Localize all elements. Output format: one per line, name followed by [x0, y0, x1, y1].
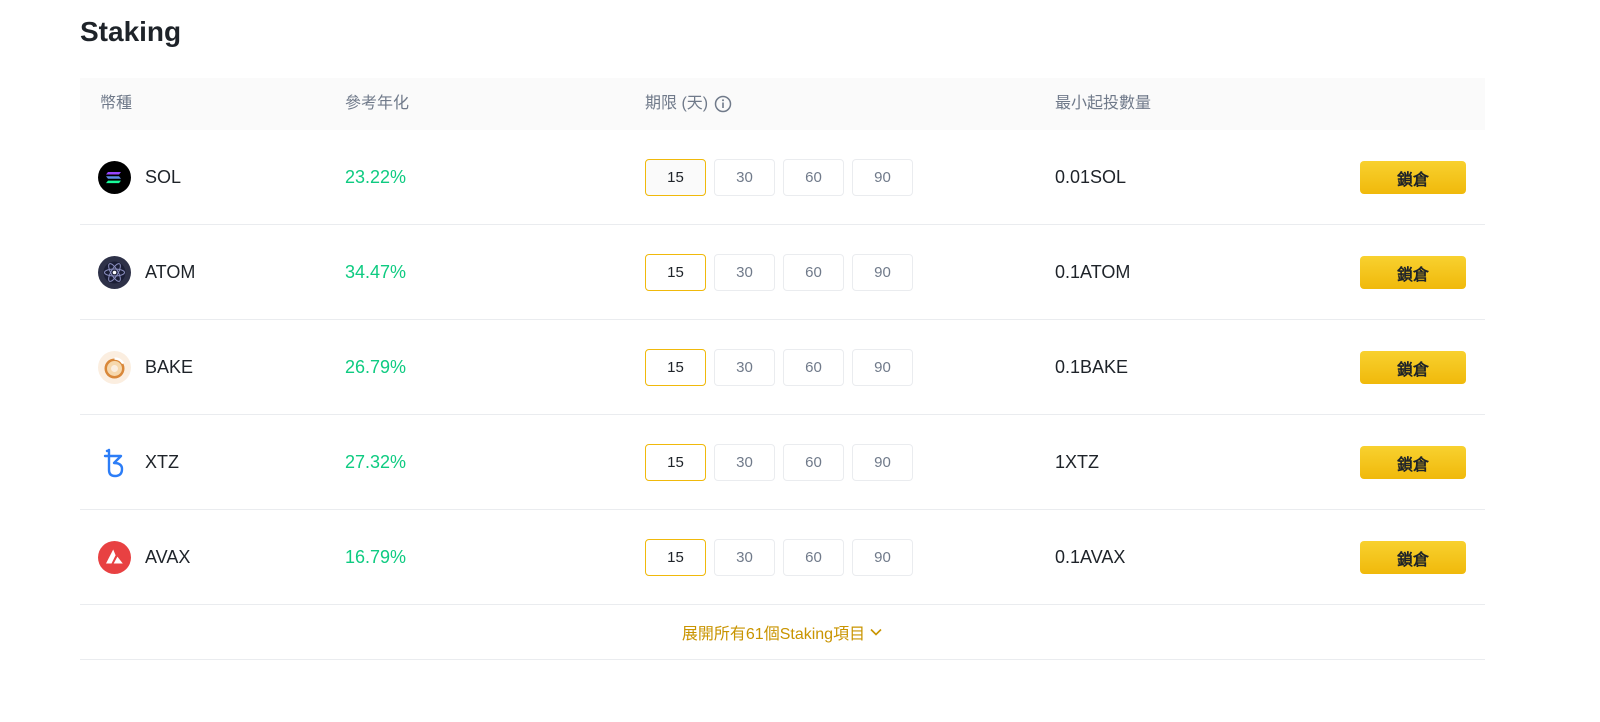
table-row: AVAX 16.79% 15 30 60 90 0.1AVAX 鎖倉 [80, 510, 1485, 605]
term-option-60[interactable]: 60 [783, 539, 844, 576]
table-header: 幣種 參考年化 期限 (天) 最小起投數量 [80, 78, 1485, 130]
term-option-60[interactable]: 60 [783, 159, 844, 196]
term-option-90[interactable]: 90 [852, 539, 913, 576]
expand-all-label: 展開所有61個Staking項目 [681, 626, 866, 643]
term-option-90[interactable]: 90 [852, 254, 913, 291]
min-amount: 0.01SOL [1055, 167, 1127, 187]
term-selector: 15 30 60 90 [645, 539, 913, 576]
header-coin: 幣種 [100, 95, 133, 112]
apy-value: 27.32% [345, 452, 407, 472]
term-selector: 15 30 60 90 [645, 159, 913, 196]
coin-name: SOL [145, 167, 182, 187]
table-row: ATOM 34.47% 15 30 60 90 0.1ATOM 鎖倉 [80, 225, 1485, 320]
page-title: Staking [80, 16, 182, 47]
apy-value: 34.47% [345, 262, 407, 282]
lock-button[interactable]: 鎖倉 [1360, 351, 1466, 384]
header-term: 期限 (天) [645, 78, 732, 130]
sol-icon [98, 161, 131, 194]
term-option-15[interactable]: 15 [645, 444, 706, 481]
term-option-15[interactable]: 15 [645, 539, 706, 576]
lock-button[interactable]: 鎖倉 [1360, 161, 1466, 194]
coin-name: XTZ [145, 452, 179, 472]
term-option-60[interactable]: 60 [783, 254, 844, 291]
term-selector: 15 30 60 90 [645, 444, 913, 481]
term-option-30[interactable]: 30 [714, 539, 775, 576]
term-option-60[interactable]: 60 [783, 349, 844, 386]
avax-icon [98, 541, 131, 574]
min-amount: 0.1BAKE [1055, 357, 1129, 377]
coin-name: BAKE [145, 357, 194, 377]
apy-value: 26.79% [345, 357, 407, 377]
term-option-90[interactable]: 90 [852, 349, 913, 386]
coin-name: ATOM [145, 262, 196, 282]
term-option-30[interactable]: 30 [714, 444, 775, 481]
term-option-30[interactable]: 30 [714, 254, 775, 291]
expand-row: 展開所有61個Staking項目 [80, 605, 1485, 660]
table-row: BAKE 26.79% 15 30 60 90 0.1BAKE 鎖倉 [80, 320, 1485, 415]
apy-value: 23.22% [345, 167, 407, 187]
term-selector: 15 30 60 90 [645, 349, 913, 386]
min-amount: 0.1AVAX [1055, 547, 1126, 567]
expand-all-link[interactable]: 展開所有61個Staking項目 [682, 620, 883, 644]
header-apy: 參考年化 [345, 95, 410, 112]
table-row: SOL 23.22% 15 30 60 90 0.01SOL 鎖倉 [80, 130, 1485, 225]
bake-icon [98, 351, 131, 384]
lock-button[interactable]: 鎖倉 [1360, 541, 1466, 574]
staking-table: 幣種 參考年化 期限 (天) 最小起投數量 SOL 23.22% 15 30 6… [80, 78, 1485, 660]
term-option-90[interactable]: 90 [852, 444, 913, 481]
lock-button[interactable]: 鎖倉 [1360, 256, 1466, 289]
term-option-15[interactable]: 15 [645, 349, 706, 386]
info-icon[interactable] [714, 95, 732, 113]
lock-button[interactable]: 鎖倉 [1360, 446, 1466, 479]
header-min-amount: 最小起投數量 [1055, 95, 1152, 112]
min-amount: 0.1ATOM [1055, 262, 1131, 282]
term-option-30[interactable]: 30 [714, 349, 775, 386]
atom-icon [98, 256, 131, 289]
term-option-60[interactable]: 60 [783, 444, 844, 481]
header-term-label: 期限 (天) [645, 95, 709, 112]
xtz-icon [98, 446, 131, 479]
coin-name: AVAX [145, 547, 191, 567]
min-amount: 1XTZ [1055, 452, 1100, 472]
term-option-90[interactable]: 90 [852, 159, 913, 196]
chevron-down-icon [869, 625, 883, 639]
apy-value: 16.79% [345, 547, 407, 567]
term-option-30[interactable]: 30 [714, 159, 775, 196]
term-selector: 15 30 60 90 [645, 254, 913, 291]
table-row: XTZ 27.32% 15 30 60 90 1XTZ 鎖倉 [80, 415, 1485, 510]
term-option-15[interactable]: 15 [645, 254, 706, 291]
term-option-15[interactable]: 15 [645, 159, 706, 196]
